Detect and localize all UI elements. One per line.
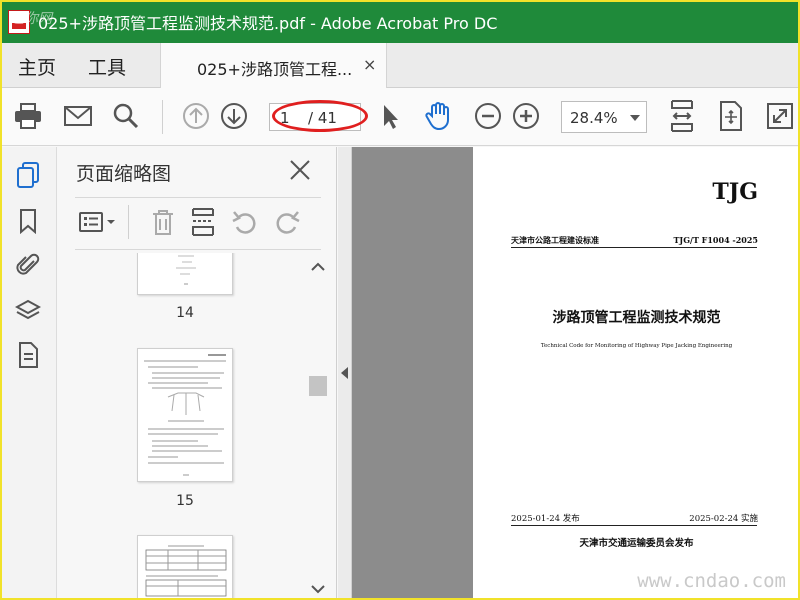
delete-pages-button[interactable] bbox=[147, 207, 179, 237]
select-tool-button[interactable] bbox=[372, 98, 408, 134]
tab-home[interactable]: 主页 bbox=[18, 53, 56, 80]
effective-date: 2025-02-24 实施 bbox=[689, 514, 758, 524]
scrollbar-thumb[interactable] bbox=[309, 376, 327, 396]
page-up-icon bbox=[183, 103, 209, 129]
fit-page-icon bbox=[720, 101, 742, 131]
page-layout-button[interactable] bbox=[187, 207, 219, 237]
thumbnail-page-16[interactable] bbox=[137, 535, 233, 600]
email-button[interactable] bbox=[60, 98, 96, 134]
fit-width-button[interactable] bbox=[664, 98, 700, 134]
standard-number: TJG/T F1004 -2025 bbox=[673, 235, 758, 245]
print-button[interactable] bbox=[10, 98, 46, 134]
trash-icon bbox=[153, 210, 173, 235]
thumbnail-content bbox=[176, 255, 196, 285]
title-bar: 025+涉路顶管工程监测技术规范.pdf - Adobe Acrobat Pro… bbox=[0, 0, 800, 43]
thumbnail-page-14[interactable] bbox=[137, 253, 233, 295]
document-properties-button[interactable] bbox=[12, 339, 44, 371]
collapse-arrow-icon bbox=[341, 367, 348, 379]
thumbnail-page-15[interactable] bbox=[137, 348, 233, 482]
close-tab-button[interactable]: × bbox=[363, 55, 376, 74]
page-down-icon bbox=[221, 103, 247, 129]
next-page-button[interactable] bbox=[216, 98, 252, 134]
page-number-highlight bbox=[272, 100, 368, 132]
fullscreen-button[interactable] bbox=[762, 98, 798, 134]
attachments-button[interactable] bbox=[12, 249, 44, 281]
print-icon bbox=[15, 103, 41, 129]
thumbnail-list: 14 15 bbox=[57, 253, 307, 600]
chevron-down-icon bbox=[630, 115, 640, 121]
zoom-select[interactable]: 28.4% bbox=[561, 101, 647, 133]
hand-tool-icon bbox=[425, 102, 449, 131]
pdf-page: TJG 天津市公路工程建设标准 TJG/T F1004 -2025 涉路顶管工程… bbox=[473, 147, 800, 600]
attachment-icon bbox=[16, 253, 40, 275]
scroll-up-icon[interactable] bbox=[308, 259, 328, 275]
zoom-out-icon bbox=[475, 103, 501, 129]
zoom-value: 28.4% bbox=[570, 109, 618, 127]
standard-category: 天津市公路工程建设标准 bbox=[511, 235, 599, 245]
hand-tool-button[interactable] bbox=[420, 98, 456, 134]
document-view[interactable]: TJG 天津市公路工程建设标准 TJG/T F1004 -2025 涉路顶管工程… bbox=[352, 147, 800, 600]
page-thumbnails-panel: 页面缩略图 14 15 bbox=[57, 147, 337, 600]
header-rule bbox=[511, 247, 757, 248]
panel-title: 页面缩略图 bbox=[76, 163, 172, 185]
layers-button[interactable] bbox=[12, 295, 44, 327]
panel-divider bbox=[75, 197, 321, 198]
toolbar-divider bbox=[162, 100, 163, 134]
bookmarks-button[interactable] bbox=[12, 205, 44, 237]
issue-date: 2025-01-24 发布 bbox=[511, 514, 580, 524]
select-arrow-icon bbox=[384, 105, 398, 129]
bookmark-icon bbox=[20, 209, 36, 234]
tab-document[interactable]: 025+涉路顶管工程... × bbox=[160, 43, 387, 88]
close-panel-button[interactable] bbox=[287, 157, 313, 183]
panel-divider bbox=[75, 249, 321, 250]
panel-collapse-handle[interactable] bbox=[338, 147, 352, 600]
fullscreen-icon bbox=[767, 103, 793, 129]
email-icon bbox=[64, 106, 92, 126]
thumbnail-content bbox=[144, 354, 226, 476]
document-tab-label: 025+涉路顶管工程... bbox=[197, 60, 353, 79]
thumbnail-page-number: 14 bbox=[176, 305, 194, 321]
rotate-left-icon bbox=[232, 211, 256, 234]
scroll-down-icon[interactable] bbox=[308, 581, 328, 597]
document-subtitle: Technical Code for Monitoring of Highway… bbox=[540, 343, 733, 349]
search-button[interactable] bbox=[108, 98, 144, 134]
fit-width-icon bbox=[671, 100, 693, 132]
site-watermark: www.cndao.com bbox=[637, 570, 786, 592]
options-menu-icon bbox=[79, 212, 115, 232]
corner-watermark: 迷你网 bbox=[10, 11, 52, 27]
left-navigation-rail bbox=[0, 147, 57, 600]
thumbnail-options-button[interactable] bbox=[77, 207, 119, 237]
zoom-in-button[interactable] bbox=[508, 98, 544, 134]
rotate-left-button[interactable] bbox=[229, 207, 261, 237]
footer-rule bbox=[511, 525, 757, 526]
page-thumbnails-icon bbox=[17, 162, 39, 188]
thumbnail-content bbox=[145, 545, 227, 597]
zoom-in-icon bbox=[513, 103, 539, 129]
thumbnails-button[interactable] bbox=[12, 159, 44, 191]
publisher: 天津市交通运输委员会发布 bbox=[579, 538, 694, 549]
close-icon bbox=[290, 160, 310, 180]
rotate-right-button[interactable] bbox=[271, 207, 303, 237]
fit-page-button[interactable] bbox=[713, 98, 749, 134]
layers-icon bbox=[15, 299, 41, 320]
page-layout-icon bbox=[192, 208, 214, 236]
window-title: 025+涉路顶管工程监测技术规范.pdf - Adobe Acrobat Pro… bbox=[38, 13, 498, 33]
panel-toolbar-divider bbox=[128, 205, 129, 239]
tab-tools[interactable]: 工具 bbox=[88, 53, 126, 80]
document-title: 涉路顶管工程监测技术规范 bbox=[552, 310, 721, 326]
main-toolbar: 1 / 41 28.4% bbox=[0, 88, 800, 146]
zoom-out-button[interactable] bbox=[470, 98, 506, 134]
document-icon bbox=[19, 342, 38, 368]
rotate-right-icon bbox=[276, 211, 300, 234]
standard-mark: TJG bbox=[712, 179, 758, 205]
thumbnail-scrollbar[interactable] bbox=[308, 257, 328, 597]
search-icon bbox=[113, 103, 139, 129]
tab-bar: 主页 工具 025+涉路顶管工程... × bbox=[0, 43, 800, 88]
previous-page-button[interactable] bbox=[178, 98, 214, 134]
thumbnail-page-number: 15 bbox=[176, 493, 194, 509]
